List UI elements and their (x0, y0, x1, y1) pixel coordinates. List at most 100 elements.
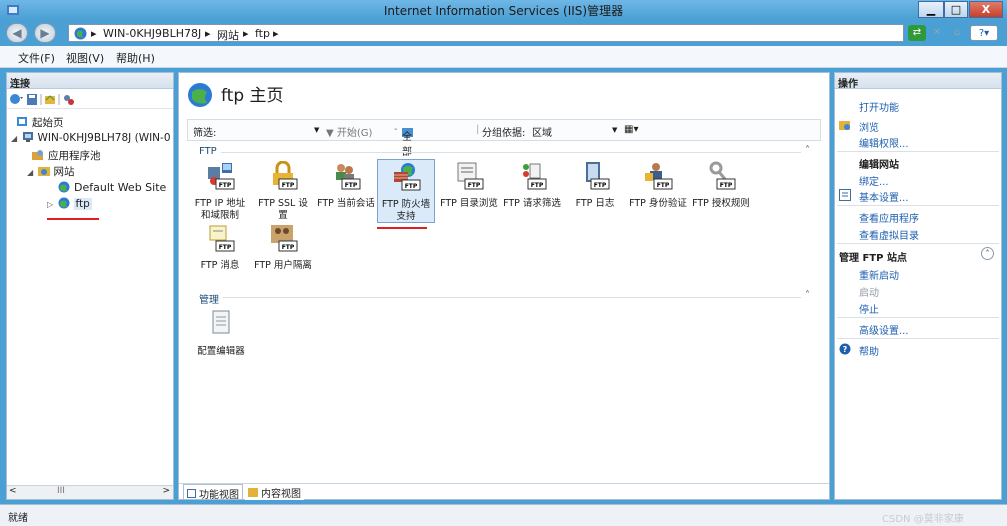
menu-help[interactable]: 帮助(H) (116, 50, 155, 66)
tree-item-start-page[interactable]: 起始页 (15, 115, 64, 130)
help-dropdown-icon[interactable]: ?▾ (970, 25, 998, 41)
feature-ftp-request-filtering[interactable]: FTP FTP 请求筛选 (503, 161, 561, 210)
action-browse[interactable]: 浏览 (859, 119, 879, 134)
actions-panel: 操作 打开功能 浏览 编辑权限... 编辑网站 绑定... 基本设置... 查看… (834, 72, 1002, 500)
watermark: CSDN @莫非家康 (882, 514, 964, 525)
divider (837, 338, 999, 339)
maximize-button[interactable]: □ (944, 1, 968, 18)
connections-toolbar-icons[interactable] (9, 93, 83, 106)
breadcrumb-server[interactable]: WIN-0KHJ9BLH78J (103, 27, 201, 40)
scroll-thumb[interactable]: III (57, 486, 65, 496)
manage-ftp-site-heading: 管理 FTP 站点 (839, 253, 907, 264)
horizontal-scrollbar[interactable]: < III > (7, 485, 173, 499)
group-by-dropdown-icon[interactable]: ▼ (612, 126, 617, 134)
menu-view[interactable]: 视图(V) (66, 50, 104, 66)
directory-browse-icon: FTP (457, 162, 484, 190)
home-icon[interactable]: ⌂ (948, 25, 966, 41)
svg-text:FTP: FTP (219, 244, 232, 251)
features-view-icon (187, 489, 196, 498)
sites-folder-icon (37, 167, 50, 176)
collapse-section-icon[interactable]: ˄ (981, 247, 994, 260)
collapse-group-icon[interactable]: ˄ (805, 290, 810, 301)
action-open-feature[interactable]: 打开功能 (859, 99, 899, 114)
action-advanced-settings[interactable]: 高级设置... (859, 322, 909, 337)
edit-site-heading: 编辑网站 (859, 160, 899, 171)
feature-label: FTP 请求筛选 (503, 198, 561, 209)
action-basic-settings[interactable]: 基本设置... (859, 189, 909, 204)
action-view-virtual-directories[interactable]: 查看虚拟目录 (859, 227, 919, 242)
group-divider (221, 152, 801, 153)
red-underline-annotation (47, 218, 99, 220)
feature-ftp-sessions[interactable]: FTP FTP 当前会话 (317, 161, 375, 210)
key-icon: FTP (709, 161, 736, 190)
feature-ftp-authentication[interactable]: FTP FTP 身份验证 (629, 161, 687, 210)
collapse-arrow-icon[interactable]: ◢ (11, 134, 17, 143)
action-view-applications[interactable]: 查看应用程序 (859, 210, 919, 225)
feature-label: FTP 身份验证 (629, 198, 687, 209)
action-restart[interactable]: 重新启动 (859, 267, 899, 282)
window-title: Internet Information Services (IIS)管理器 (383, 4, 624, 18)
feature-ftp-user-isolation[interactable]: FTP FTP 用户隔离 (254, 223, 312, 272)
feature-ftp-ssl[interactable]: FTP FTP SSL 设置 (254, 160, 312, 222)
collapse-group-icon[interactable]: ˄ (805, 145, 810, 156)
feature-ftp-firewall[interactable]: FTP FTP 防火墙支持 (377, 159, 435, 223)
tree-item-app-pools[interactable]: 应用程序池 (31, 148, 101, 163)
refresh-icon[interactable]: ⇄ (908, 25, 926, 41)
feature-label: FTP 防火墙支持 (381, 199, 431, 222)
menu-file[interactable]: 文件(F) (18, 50, 55, 66)
actions-header: 操作 (835, 73, 1001, 90)
globe-icon (188, 83, 212, 107)
forward-button[interactable]: ▶ (34, 23, 56, 43)
feature-ftp-directory-browsing[interactable]: FTP FTP 目录浏览 (440, 161, 498, 210)
filter-dropdown-icon[interactable]: ▼ (314, 126, 319, 134)
feature-ftp-logging[interactable]: FTP FTP 日志 (566, 161, 624, 210)
action-bindings[interactable]: 绑定... (859, 173, 889, 188)
close-button[interactable]: X (969, 1, 1003, 18)
server-icon (22, 132, 33, 142)
tree-item-sites[interactable]: ◢ 网站 (27, 164, 75, 179)
scroll-left-icon[interactable]: < (9, 486, 17, 496)
features-panel: ftp 主页 筛选: ▼ ▼ 开始(G) - 全部显示(A) | 分组依据: 区… (178, 72, 830, 501)
scroll-right-icon[interactable]: > (162, 486, 170, 496)
view-mode-icon[interactable]: ▦▾ (624, 124, 638, 135)
feature-configuration-editor[interactable]: 配置编辑器 (191, 309, 251, 358)
help-icon: ? (839, 343, 851, 355)
filter-label: 筛选: (193, 128, 217, 139)
globe-icon (74, 27, 87, 40)
feature-ftp-messages[interactable]: FTP FTP 消息 (191, 223, 249, 272)
users-icon: FTP (336, 164, 361, 190)
action-stop[interactable]: 停止 (859, 301, 879, 316)
breadcrumb-sites[interactable]: 网站 (217, 27, 239, 43)
configuration-editor-icon (212, 310, 230, 334)
svg-text:FTP: FTP (345, 182, 358, 189)
feature-ftp-ip-restrictions[interactable]: FTP FTP IP 地址和域限制 (191, 161, 249, 222)
tab-content-view[interactable]: 内容视图 (245, 484, 304, 500)
action-edit-permissions[interactable]: 编辑权限... (859, 135, 909, 150)
tree-item-ftp[interactable]: ▷ ftp (47, 197, 92, 210)
back-button[interactable]: ◀ (6, 23, 28, 43)
tab-features-view[interactable]: 功能视图 (183, 484, 243, 501)
request-filter-icon: FTP (523, 163, 547, 190)
separator: | (476, 124, 480, 135)
minimize-button[interactable]: ▁ (918, 1, 944, 18)
stop-icon[interactable]: ✕ (928, 25, 946, 41)
svg-text:FTP: FTP (219, 182, 232, 189)
action-help[interactable]: 帮助 (859, 343, 879, 358)
feature-ftp-authorization-rules[interactable]: FTP FTP 授权规则 (692, 161, 750, 210)
breadcrumb[interactable]: ▸ WIN-0KHJ9BLH78J ▸ 网站 ▸ ftp ▸ (68, 24, 904, 42)
svg-text:FTP: FTP (405, 183, 418, 190)
collapse-arrow-icon[interactable]: ◢ (27, 168, 33, 177)
tree-item-default-web-site[interactable]: Default Web Site (57, 181, 166, 194)
feature-label: FTP 目录浏览 (440, 198, 498, 209)
expand-arrow-icon[interactable]: ▷ (47, 200, 53, 209)
connections-panel: 连接 起始页 ◢ WIN-0KHJ9BLH78J (WIN-0 应用程序池 ◢ … (6, 72, 174, 500)
group-by-select[interactable]: 区域 (532, 124, 552, 139)
svg-text:FTP: FTP (282, 244, 295, 251)
lock-icon: FTP (273, 160, 298, 190)
start-filter-button[interactable]: ▼ 开始(G) (326, 124, 372, 139)
breadcrumb-ftp[interactable]: ftp (255, 27, 270, 40)
user-isolation-icon: FTP (271, 225, 298, 252)
divider (837, 205, 999, 206)
tree-item-server[interactable]: ◢ WIN-0KHJ9BLH78J (WIN-0 (11, 131, 171, 144)
breadcrumb-separator: ▸ (205, 27, 211, 40)
